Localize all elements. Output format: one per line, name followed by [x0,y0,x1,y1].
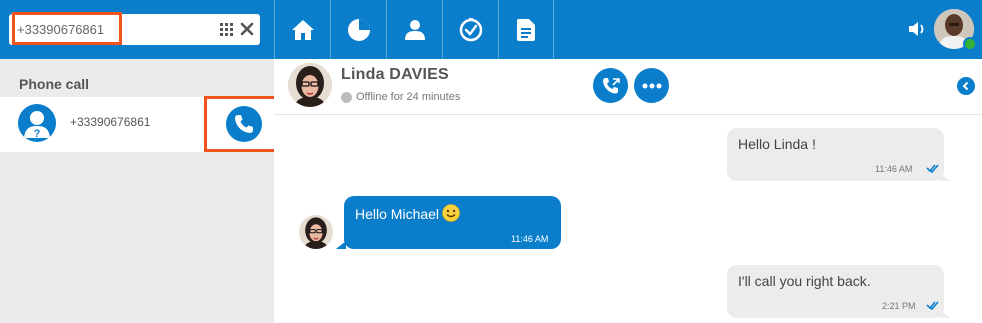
call-number: +33390676861 [70,115,151,129]
phone-icon [235,115,253,133]
message-bubble-outgoing: Hello Linda ! 11:46 AM [727,128,944,181]
contacts-icon [404,19,425,40]
contact-message-avatar [299,215,333,249]
unknown-contact-avatar: ? [18,104,56,142]
message-text: Hello Michael [355,206,440,222]
presence-status-dot [963,37,977,51]
message-bubble-incoming: Hello Michael 11:46 AM [344,196,561,249]
svg-text:?: ? [34,128,41,140]
message-time: 11:46 AM [875,164,913,174]
collapse-panel-button[interactable] [957,77,975,95]
clock-icon [459,17,482,41]
message-text-wrapper: Hello Michael [355,204,460,222]
volume-icon[interactable] [908,21,926,37]
search-box [9,14,260,45]
call-button[interactable] [226,106,262,142]
chat-header: Linda DAVIES Offline for 24 minutes [274,59,982,115]
phone-video-icon [602,77,620,93]
nav-documents[interactable] [498,0,554,59]
left-panel: Phone call ? +33390676861 [0,59,274,323]
contact-avatar[interactable] [288,63,332,107]
nav-clock[interactable] [442,0,498,59]
bubble-tail [940,173,950,181]
read-ticks-icon [926,164,939,173]
contact-status: Offline for 24 minutes [356,91,461,103]
nav-recent[interactable] [330,0,386,59]
message-time: 2:21 PM [882,301,916,311]
phone-call-item[interactable]: ? +33390676861 [0,97,274,152]
more-options-button[interactable] [634,68,669,103]
search-input[interactable] [17,14,202,45]
offline-status-dot [341,92,352,103]
read-ticks-icon [926,301,939,310]
call-contact-button[interactable] [593,68,628,103]
message-bubble-outgoing: I'll call you right back. 2:21 PM [727,265,944,318]
top-bar [0,0,982,59]
contact-name: Linda DAVIES [341,66,449,83]
message-time: 11:46 AM [511,234,549,244]
chevron-left-icon [962,81,969,91]
home-icon [291,19,314,40]
recent-icon [347,18,370,41]
section-title: Phone call [19,76,90,92]
dialpad-icon[interactable] [220,23,233,36]
nav-home[interactable] [274,0,330,59]
bubble-tail [940,310,950,318]
main-nav [274,0,554,59]
message-text: I'll call you right back. [738,273,871,289]
more-dots-icon [642,83,661,88]
document-icon [517,18,535,41]
nav-contacts[interactable] [386,0,442,59]
smiley-emoji-icon [442,204,460,222]
bubble-tail [336,241,346,249]
message-list: Hello Linda ! 11:46 AM Hello Michael 11:… [274,115,982,323]
clear-icon[interactable] [240,22,254,36]
message-text: Hello Linda ! [738,136,816,152]
